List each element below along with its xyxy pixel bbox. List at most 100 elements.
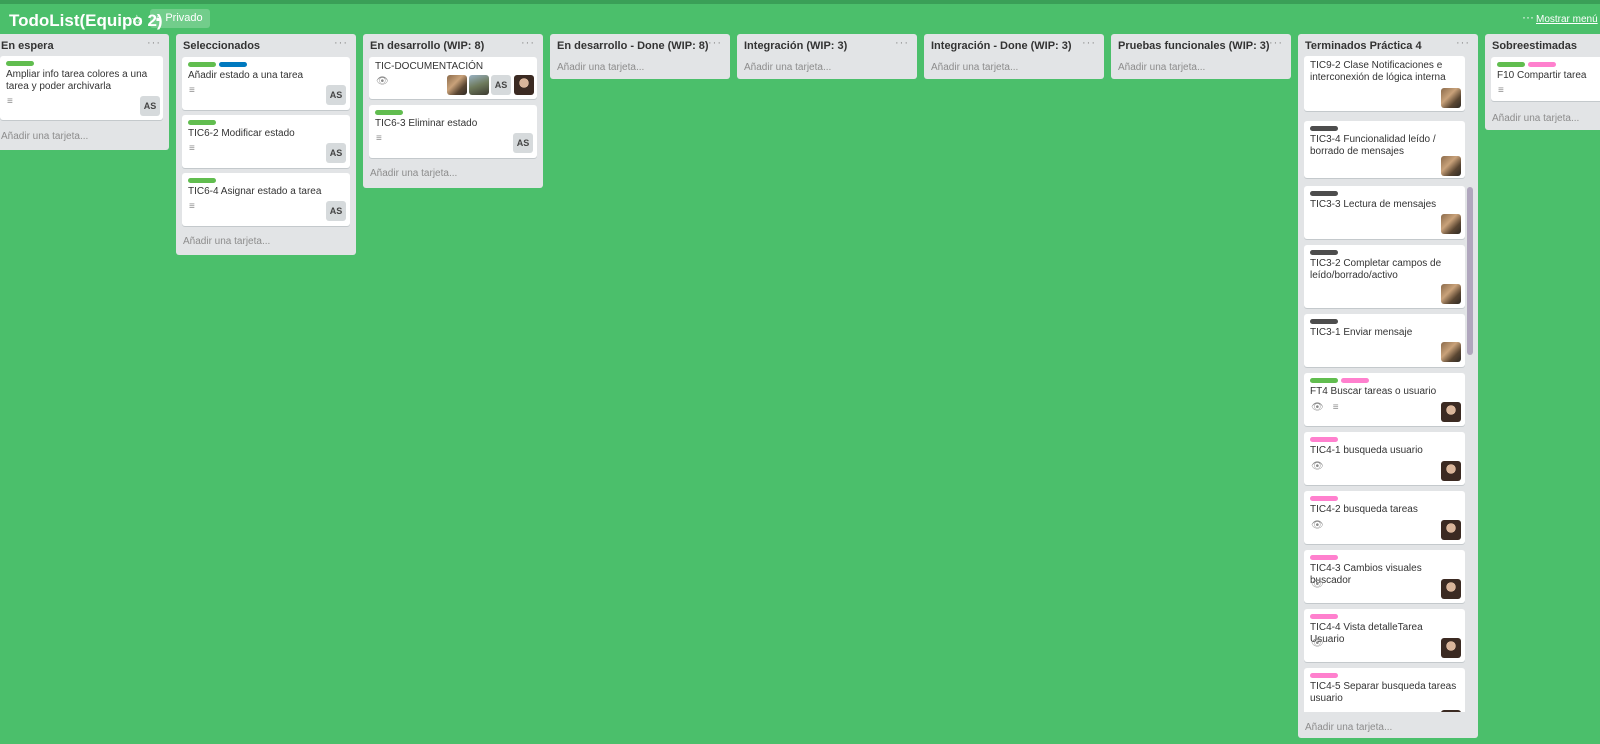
add-card-link[interactable]: Añadir una tarjeta... — [744, 62, 831, 73]
card-title: TIC-DOCUMENTACIÓN — [375, 61, 484, 72]
member-avatar[interactable]: AS — [326, 201, 346, 221]
list-title[interactable]: Integración - Done (WIP: 3) — [931, 40, 1072, 52]
member-avatar[interactable] — [1441, 579, 1461, 599]
star-icon[interactable]: ☆ — [131, 12, 143, 28]
list-menu-icon[interactable]: ··· — [1082, 37, 1096, 49]
label-pink — [1310, 555, 1338, 560]
privacy-button[interactable]: 🔒︎ Privado — [150, 9, 210, 28]
card[interactable]: TIC6-4 Asignar estado a tarea ≡ AS — [182, 173, 350, 226]
card[interactable]: TIC6-2 Modificar estado ≡ AS — [182, 115, 350, 168]
list-header[interactable]: En desarrollo - Done (WIP: 8) ··· — [550, 34, 730, 56]
member-avatar[interactable] — [1441, 214, 1461, 234]
menu-dots-icon[interactable]: ··· — [1522, 10, 1534, 24]
add-card-link[interactable]: Añadir una tarjeta... — [1492, 113, 1579, 124]
list-menu-icon[interactable]: ··· — [147, 37, 161, 49]
member-avatar[interactable] — [514, 75, 534, 95]
card[interactable]: TIC4-2 busqueda tareas 👁︎ — [1304, 491, 1465, 544]
card-labels — [1310, 191, 1341, 197]
card[interactable]: Añadir estado a una tarea ≡ AS — [182, 57, 350, 110]
card-title: FT4 Buscar tareas o usuario — [1310, 386, 1437, 397]
card[interactable]: TIC6-3 Eliminar estado ≡ AS — [369, 105, 537, 158]
card-labels — [188, 178, 219, 184]
member-avatar[interactable] — [1441, 710, 1461, 712]
member-avatar[interactable] — [1441, 156, 1461, 176]
card-labels — [188, 62, 250, 68]
list-scrollbar[interactable] — [1467, 187, 1473, 355]
list-title[interactable]: Seleccionados — [183, 40, 260, 52]
card[interactable]: TIC3-3 Lectura de mensajes — [1304, 186, 1465, 239]
eye-icon: 👁︎ — [1311, 402, 1324, 413]
member-avatar[interactable]: AS — [326, 85, 346, 105]
list-menu-icon[interactable]: ··· — [895, 37, 909, 49]
list-header[interactable]: Sobreestimadas — [1485, 34, 1600, 56]
list-title[interactable]: En desarrollo (WIP: 8) — [370, 40, 484, 52]
list-menu-icon[interactable]: ··· — [1456, 37, 1470, 49]
card-labels — [1310, 555, 1341, 561]
card-labels — [1497, 62, 1559, 68]
list-menu-icon[interactable]: ··· — [708, 37, 722, 49]
list-cards-scroll-area[interactable]: TIC9-2 Clase Notificaciones e interconex… — [1304, 56, 1465, 712]
show-menu-link[interactable]: Mostrar menú — [1536, 14, 1598, 25]
card[interactable]: TIC4-4 Vista detalleTarea Usuario 👁︎ — [1304, 609, 1465, 662]
card-labels — [6, 61, 37, 67]
card[interactable]: TIC4-5 Separar busqueda tareas usuario — [1304, 668, 1465, 712]
member-avatar[interactable]: AS — [326, 143, 346, 163]
member-avatar[interactable] — [1441, 638, 1461, 658]
add-card-link[interactable]: Añadir una tarjeta... — [1118, 62, 1205, 73]
member-avatar[interactable]: AS — [513, 133, 533, 153]
card[interactable]: TIC4-1 busqueda usuario 👁︎ — [1304, 432, 1465, 485]
list-header[interactable]: Seleccionados ··· — [176, 34, 356, 56]
list-header[interactable]: Pruebas funcionales (WIP: 3) ··· — [1111, 34, 1291, 56]
member-avatar[interactable] — [447, 75, 467, 95]
description-icon: ≡ — [376, 133, 382, 144]
member-avatar[interactable]: AS — [140, 96, 160, 116]
list-title[interactable]: Sobreestimadas — [1492, 40, 1577, 52]
member-avatar[interactable] — [1441, 402, 1461, 422]
card[interactable]: TIC4-3 Cambios visuales buscador 👁︎ — [1304, 550, 1465, 603]
eye-icon: 👁︎ — [1311, 520, 1324, 531]
card[interactable]: TIC3-1 Enviar mensaje — [1304, 314, 1465, 367]
card[interactable]: F10 Compartir tarea ≡ — [1491, 57, 1600, 101]
list-header[interactable]: Integración - Done (WIP: 3) ··· — [924, 34, 1104, 56]
member-avatar[interactable] — [1441, 284, 1461, 304]
list-title[interactable]: Terminados Práctica 4 — [1305, 40, 1422, 52]
list-menu-icon[interactable]: ··· — [521, 37, 535, 49]
member-avatar[interactable] — [1441, 342, 1461, 362]
add-card-link[interactable]: Añadir una tarjeta... — [370, 168, 457, 179]
list-header[interactable]: Terminados Práctica 4 ··· — [1298, 34, 1478, 56]
card-labels — [1310, 614, 1341, 620]
list-header[interactable]: En espera ··· — [0, 34, 169, 56]
member-avatar[interactable] — [1441, 461, 1461, 481]
list-title[interactable]: Pruebas funcionales (WIP: 3) — [1118, 40, 1270, 52]
list-en-espera: En espera ··· Ampliar info tarea colores… — [0, 34, 169, 150]
card[interactable]: Ampliar info tarea colores a una tarea y… — [0, 56, 163, 120]
card[interactable]: TIC3-4 Funcionalidad leído / borrado de … — [1304, 121, 1465, 178]
card[interactable]: TIC9-2 Clase Notificaciones e interconex… — [1304, 56, 1465, 111]
list-menu-icon[interactable]: ··· — [1269, 37, 1283, 49]
card-title: TIC3-3 Lectura de mensajes — [1310, 199, 1437, 210]
member-avatar[interactable] — [1441, 88, 1461, 108]
privacy-label: Privado — [165, 12, 203, 24]
add-card-link[interactable]: Añadir una tarjeta... — [1305, 722, 1392, 733]
list-title[interactable]: En desarrollo - Done (WIP: 8) — [557, 40, 709, 52]
add-card-link[interactable]: Añadir una tarjeta... — [183, 236, 270, 247]
add-card-link[interactable]: Añadir una tarjeta... — [931, 62, 1018, 73]
card[interactable]: FT4 Buscar tareas o usuario 👁︎ ≡ — [1304, 373, 1465, 426]
list-header[interactable]: En desarrollo (WIP: 8) ··· — [363, 34, 543, 56]
member-avatar[interactable] — [1441, 520, 1461, 540]
card[interactable]: TIC-DOCUMENTACIÓN 👁︎ AS — [369, 57, 537, 99]
card-labels — [1310, 319, 1341, 325]
list-header[interactable]: Integración (WIP: 3) ··· — [737, 34, 917, 56]
add-card-link[interactable]: Añadir una tarjeta... — [1, 131, 88, 142]
member-avatar[interactable] — [469, 75, 489, 95]
description-icon: ≡ — [1498, 85, 1504, 96]
label-pink — [1310, 614, 1338, 619]
list-title[interactable]: En espera — [1, 40, 54, 52]
list-title[interactable]: Integración (WIP: 3) — [744, 40, 847, 52]
card[interactable]: TIC3-2 Completar campos de leído/borrado… — [1304, 245, 1465, 308]
add-card-link[interactable]: Añadir una tarjeta... — [557, 62, 644, 73]
member-avatar[interactable]: AS — [491, 75, 511, 95]
list-menu-icon[interactable]: ··· — [334, 37, 348, 49]
card-title: F10 Compartir tarea — [1497, 70, 1587, 81]
eye-icon: 👁︎ — [376, 76, 389, 87]
